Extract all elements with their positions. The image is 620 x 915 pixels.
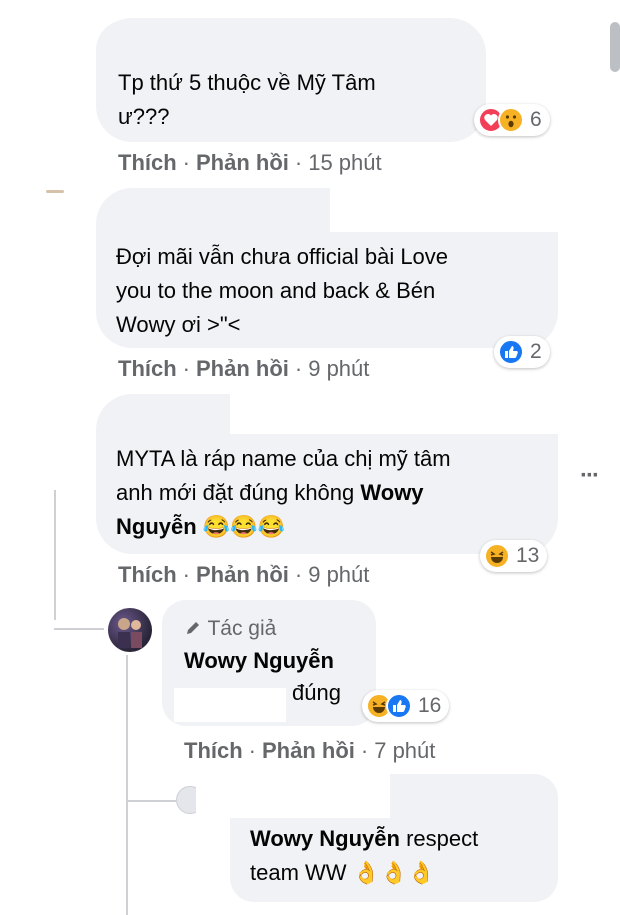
author-name[interactable]: Wowy Nguyễn xyxy=(184,644,376,678)
reaction-count: 2 xyxy=(530,340,542,363)
reaction-count: 13 xyxy=(516,544,540,567)
mention-link[interactable]: Wowy xyxy=(360,480,423,505)
avatar[interactable] xyxy=(46,190,64,193)
like-action[interactable]: Thích xyxy=(118,150,177,175)
comment-text: ư??? xyxy=(118,104,170,129)
mention-link[interactable]: Wowy Nguyễn xyxy=(250,826,400,851)
thread-line xyxy=(54,628,104,630)
comment-text: you to the moon and back & Bén xyxy=(116,278,436,303)
thread-line xyxy=(126,655,128,915)
thread-line xyxy=(126,800,176,802)
reaction-summary[interactable]: 6 xyxy=(474,104,550,136)
redacted-author xyxy=(196,774,390,818)
redacted-text xyxy=(174,688,286,722)
like-reaction-icon xyxy=(386,693,412,719)
comment-text: Tp thứ 5 thuộc về Mỹ Tâm xyxy=(118,70,376,95)
comment-text: anh mới đặt đúng không xyxy=(116,480,355,505)
thread-line xyxy=(54,490,56,620)
like-action[interactable]: Thích xyxy=(184,738,243,763)
reaction-summary[interactable]: 16 xyxy=(362,690,450,722)
like-action[interactable]: Thích xyxy=(118,562,177,587)
author-avatar[interactable] xyxy=(108,608,152,652)
redacted-author xyxy=(230,394,570,434)
reply-text: team WW xyxy=(250,860,347,885)
wow-reaction-icon xyxy=(498,107,524,133)
reaction-summary[interactable]: 2 xyxy=(494,336,550,368)
comment-text: Wowy ơi >"< xyxy=(116,312,241,337)
like-action[interactable]: Thích xyxy=(118,356,177,381)
scrollbar-thumb[interactable] xyxy=(610,22,620,72)
comment-text: Đợi mãi vẫn chưa official bài Love xyxy=(116,244,449,269)
reply-action[interactable]: Phản hồi xyxy=(196,356,289,381)
like-reaction-icon xyxy=(498,339,524,365)
emoji-text: 👌👌👌 xyxy=(352,860,435,885)
reaction-count: 16 xyxy=(418,694,442,717)
reply-action[interactable]: Phản hồi xyxy=(196,150,289,175)
reply-actions: Thích · Phản hồi · 7 phút xyxy=(184,738,436,763)
comment-actions: Thích · Phản hồi · 15 phút xyxy=(118,150,382,175)
pencil-icon xyxy=(184,616,202,634)
mention-link[interactable]: Nguyễn xyxy=(116,514,197,539)
reply-text: respect xyxy=(406,826,479,851)
author-badge: Tác giả xyxy=(207,617,277,640)
timestamp[interactable]: 15 phút xyxy=(308,150,381,175)
timestamp[interactable]: 7 phút xyxy=(374,738,435,763)
redacted-author xyxy=(96,20,356,58)
comment-actions: Thích · Phản hồi · 9 phút xyxy=(118,562,370,587)
reaction-summary[interactable]: 13 xyxy=(480,540,548,572)
emoji-text: 😂😂😂 xyxy=(202,514,285,539)
comment-actions: Thích · Phản hồi · 9 phút xyxy=(118,356,370,381)
timestamp[interactable]: 9 phút xyxy=(308,562,369,587)
haha-reaction-icon xyxy=(484,543,510,569)
comment-text: MYTA là ráp name của chị mỹ tâm xyxy=(116,446,451,471)
reply-action[interactable]: Phản hồi xyxy=(262,738,355,763)
timestamp[interactable]: 9 phút xyxy=(308,356,369,381)
reaction-count: 6 xyxy=(530,108,542,131)
reply-action[interactable]: Phản hồi xyxy=(196,562,289,587)
more-options-button[interactable]: ··· xyxy=(580,462,600,490)
redacted-author xyxy=(330,188,570,232)
